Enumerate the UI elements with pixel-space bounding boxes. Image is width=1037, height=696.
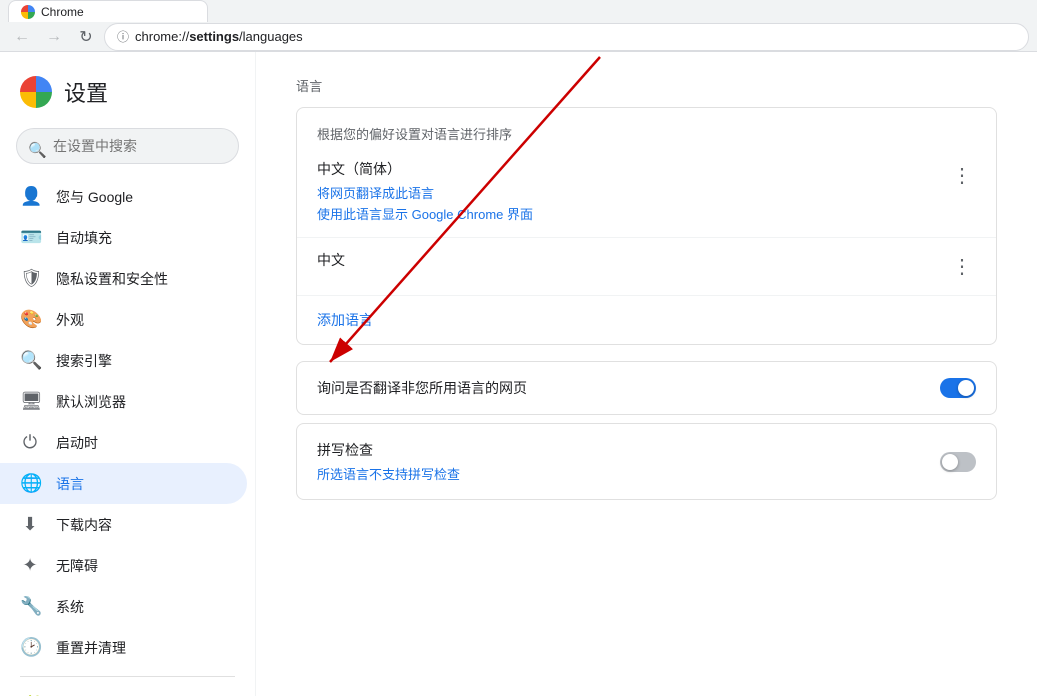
toggle-knob [958, 380, 974, 396]
search-icon: 🔍 [20, 350, 40, 371]
download-icon: ⬇ [20, 514, 40, 535]
spell-check-subtitle: 所选语言不支持拼写检查 [317, 464, 940, 483]
sidebar-item-google[interactable]: 👤 您与 Google [0, 176, 247, 217]
sidebar-item-label-google: 您与 Google [56, 187, 133, 207]
languages-card: 根据您的偏好设置对语言进行排序 中文（简体） 将网页翻译成此语言 使用此语言显示… [296, 107, 997, 345]
sidebar-item-search[interactable]: 🔍 搜索引擎 [0, 340, 247, 381]
search-input[interactable] [16, 128, 239, 164]
refresh-button[interactable]: ↻ [72, 23, 100, 51]
display-action-1[interactable]: 使用此语言显示 Google Chrome 界面 [317, 204, 948, 223]
add-language-link[interactable]: 添加语言 [317, 312, 373, 328]
nav-bar: ← → ↻ ⓘ chrome://settings/languages [0, 22, 1037, 51]
translate-toggle[interactable] [940, 378, 976, 398]
appearance-icon: 🎨 [20, 309, 40, 330]
language-item-2: 中文 ⋮ [297, 238, 996, 296]
sidebar-item-accessibility[interactable]: ✦ 无障碍 [0, 545, 247, 586]
google-icon: 👤 [20, 186, 40, 207]
settings-page: 设置 🔍 👤 您与 Google 🪪 自动填充 🛡 隐私设置和安全性 🎨 外观 🔍 搜索引擎 🖥 默认… [0, 52, 1037, 696]
sidebar-item-label-system: 系统 [56, 597, 84, 617]
sidebar-item-extensions[interactable]: 🧩扩展程序↗ [0, 685, 247, 696]
language-content-1: 中文（简体） 将网页翻译成此语言 使用此语言显示 Google Chrome 界… [317, 159, 948, 225]
sidebar-item-label-privacy: 隐私设置和安全性 [56, 269, 168, 289]
autofill-icon: 🪪 [20, 227, 40, 248]
spell-check-title: 拼写检查 [317, 440, 940, 460]
reset-icon: 🕑 [20, 637, 40, 658]
url-path: /languages [239, 29, 303, 44]
translate-toggle-label: 询问是否翻译非您所用语言的网页 [317, 378, 940, 398]
sidebar-item-system[interactable]: 🔧 系统 [0, 586, 247, 627]
url-text: chrome://settings/languages [135, 29, 303, 44]
startup-icon: ⏻ [20, 432, 40, 453]
search-icon: 🔍 [28, 141, 47, 159]
language-name-1: 中文（简体） [317, 159, 948, 179]
address-bar[interactable]: ⓘ chrome://settings/languages [104, 23, 1029, 51]
sidebar-item-label-download: 下载内容 [56, 515, 112, 535]
back-button[interactable]: ← [8, 23, 36, 51]
accessibility-icon: ✦ [20, 555, 40, 576]
sidebar-item-label-language: 语言 [56, 474, 84, 494]
tab-bar: Chrome [0, 0, 1037, 22]
language-name-2: 中文 [317, 250, 948, 270]
sidebar-item-label-startup: 启动时 [56, 433, 98, 453]
spell-toggle-knob [942, 454, 958, 470]
sidebar-header: 设置 [0, 60, 255, 124]
sidebar-title: 设置 [64, 76, 108, 108]
language-item-1: 中文（简体） 将网页翻译成此语言 使用此语言显示 Google Chrome 界… [297, 147, 996, 238]
sidebar-item-download[interactable]: ⬇ 下载内容 [0, 504, 247, 545]
sidebar-item-label-browser: 默认浏览器 [56, 392, 126, 412]
sidebar-divider [20, 676, 235, 677]
spell-check-section: 拼写检查 所选语言不支持拼写检查 [296, 423, 997, 500]
translate-toggle-row: 询问是否翻译非您所用语言的网页 [296, 361, 997, 415]
privacy-icon: 🛡 [20, 268, 40, 289]
main-content: 语言 根据您的偏好设置对语言进行排序 中文（简体） 将网页翻译成此语言 使用此语… [256, 52, 1037, 696]
sidebar-item-privacy[interactable]: 🛡 隐私设置和安全性 [0, 258, 247, 299]
sidebar-item-label-autofill: 自动填充 [56, 228, 112, 248]
sidebar: 设置 🔍 👤 您与 Google 🪪 自动填充 🛡 隐私设置和安全性 🎨 外观 🔍 搜索引擎 🖥 默认… [0, 52, 256, 696]
sidebar-nav: 👤 您与 Google 🪪 自动填充 🛡 隐私设置和安全性 🎨 外观 🔍 搜索引擎 🖥 默认浏览器 ⏻ 启… [0, 176, 255, 696]
sidebar-item-appearance[interactable]: 🎨 外观 [0, 299, 247, 340]
sidebar-item-browser[interactable]: 🖥 默认浏览器 [0, 381, 247, 422]
chrome-logo [20, 76, 52, 108]
forward-button[interactable]: → [40, 23, 68, 51]
language-icon: 🌐 [20, 473, 40, 494]
language-content-2: 中文 [317, 250, 948, 274]
language-menu-1[interactable]: ⋮ [948, 159, 976, 192]
browser-icon: 🖥 [20, 391, 40, 412]
browser-chrome: Chrome ← → ↻ ⓘ chrome://settings/languag… [0, 0, 1037, 52]
sidebar-item-reset[interactable]: 🕑 重置并清理 [0, 627, 247, 668]
system-icon: 🔧 [20, 596, 40, 617]
card-subtitle: 根据您的偏好设置对语言进行排序 [297, 108, 996, 147]
search-container: 🔍 [0, 124, 255, 176]
spell-check-toggle[interactable] [940, 452, 976, 472]
translate-action-1[interactable]: 将网页翻译成此语言 [317, 183, 948, 202]
language-menu-2[interactable]: ⋮ [948, 250, 976, 283]
url-prefix: chrome:// [135, 29, 189, 44]
sidebar-item-language[interactable]: 🌐 语言 [0, 463, 247, 504]
section-title: 语言 [296, 76, 997, 95]
sidebar-item-startup[interactable]: ⏻ 启动时 [0, 422, 247, 463]
add-language-row: 添加语言 [297, 296, 996, 344]
url-domain: settings [189, 29, 239, 44]
sidebar-item-label-appearance: 外观 [56, 310, 84, 330]
security-icon: ⓘ [117, 28, 129, 45]
sidebar-item-autofill[interactable]: 🪪 自动填充 [0, 217, 247, 258]
tab-favicon [21, 5, 35, 19]
sidebar-item-label-search: 搜索引擎 [56, 351, 112, 371]
active-tab[interactable]: Chrome [8, 0, 208, 22]
sidebar-item-label-reset: 重置并清理 [56, 638, 126, 658]
tab-title: Chrome [41, 5, 84, 19]
sidebar-item-label-accessibility: 无障碍 [56, 556, 98, 576]
